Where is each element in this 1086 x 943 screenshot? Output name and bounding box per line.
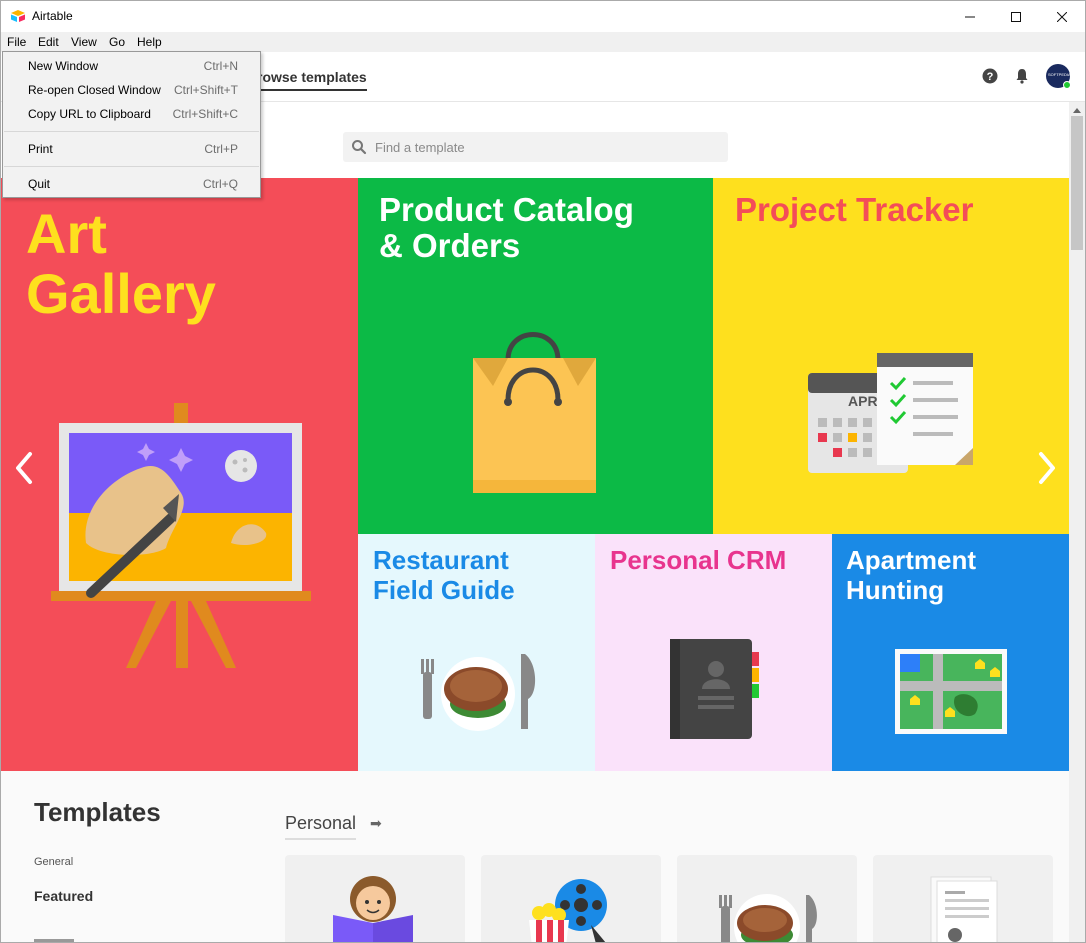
easel-painting-icon: [51, 403, 311, 668]
sidebar-item-featured[interactable]: Featured: [34, 888, 93, 904]
tile-apartment-hunting[interactable]: Apartment Hunting: [832, 534, 1069, 771]
menu-item-quit[interactable]: Quit Ctrl+Q: [3, 172, 260, 196]
scroll-up-icon[interactable]: [1073, 107, 1081, 113]
online-status-dot: [1063, 81, 1071, 89]
menu-go[interactable]: Go: [109, 35, 125, 49]
tile-title: Apartment Hunting: [846, 545, 977, 605]
file-menu-dropdown: New Window Ctrl+N Re-open Closed Window …: [2, 51, 261, 198]
menu-file[interactable]: File: [7, 35, 26, 49]
document-stack-icon: [930, 876, 998, 942]
title-bar: Airtable: [1, 1, 1085, 32]
close-button[interactable]: [1039, 1, 1085, 32]
carousel-next-button[interactable]: [1035, 448, 1061, 488]
scrollbar-thumb[interactable]: [1071, 116, 1083, 250]
tile-product-catalog[interactable]: Product Catalog & Orders: [358, 178, 713, 534]
main-content: Art Gallery: [1, 102, 1069, 942]
steak-plate-icon: [421, 654, 536, 731]
reader-icon: [333, 876, 413, 942]
steak-plate-icon: [719, 894, 817, 942]
menu-item-copy-url[interactable]: Copy URL to Clipboard Ctrl+Shift+C: [3, 102, 260, 126]
menu-edit[interactable]: Edit: [38, 35, 59, 49]
menu-item-reopen-closed-window[interactable]: Re-open Closed Window Ctrl+Shift+T: [3, 78, 260, 102]
search-input[interactable]: [375, 132, 715, 162]
arrow-right-icon[interactable]: ➡: [370, 815, 382, 832]
tile-title: Project Tracker: [735, 191, 974, 228]
menu-bar: File Edit View Go Help: [1, 32, 1085, 52]
vertical-scrollbar[interactable]: [1069, 102, 1085, 942]
category-personal[interactable]: Personal: [285, 813, 357, 840]
menu-separator: [4, 166, 259, 167]
film-reel-popcorn-icon: [529, 879, 607, 942]
calendar-month: APR: [848, 393, 878, 409]
template-card-reading[interactable]: [285, 855, 465, 942]
map-icon: [895, 649, 1007, 734]
sidebar-group-general: General: [34, 856, 74, 868]
shopping-bag-icon: [473, 332, 596, 493]
window-title: Airtable: [32, 9, 73, 23]
airtable-logo-icon: [11, 10, 25, 22]
tile-title: Product Catalog & Orders: [379, 191, 634, 264]
close-icon: [1057, 11, 1067, 22]
tile-title: Restaurant Field Guide: [373, 545, 515, 605]
templates-heading: Templates: [34, 797, 161, 827]
minimize-button[interactable]: [947, 1, 993, 32]
address-book-icon: [670, 639, 759, 739]
maximize-icon: [1011, 11, 1021, 22]
maximize-button[interactable]: [993, 1, 1039, 32]
tile-project-tracker[interactable]: Project Tracker APR: [713, 178, 1069, 534]
minimize-icon: [965, 16, 975, 17]
tile-restaurant-field-guide[interactable]: Restaurant Field Guide: [358, 534, 595, 771]
tile-art-gallery[interactable]: Art Gallery: [1, 178, 358, 771]
template-card-movies[interactable]: [481, 855, 661, 942]
templates-section: Templates General Featured Personal ➡: [1, 771, 1069, 942]
bell-icon[interactable]: [1014, 68, 1030, 84]
calendar-checklist-icon: APR: [808, 353, 973, 473]
tab-browse-templates[interactable]: rowse templates: [257, 69, 367, 91]
menu-view[interactable]: View: [71, 35, 97, 49]
menu-item-new-window[interactable]: New Window Ctrl+N: [3, 54, 260, 78]
carousel-prev-button[interactable]: [10, 448, 36, 488]
search-icon: [352, 140, 367, 155]
avatar-text: SOFTPEDIA: [1048, 72, 1071, 77]
menu-item-print[interactable]: Print Ctrl+P: [3, 137, 260, 161]
tile-title: Art Gallery: [26, 202, 216, 325]
airtable-window: Airtable File Edit View Go Help rowse te…: [0, 0, 1086, 943]
svg-text:?: ?: [987, 71, 994, 83]
tile-title: Personal CRM: [610, 545, 787, 575]
help-icon[interactable]: ?: [982, 68, 998, 84]
avatar[interactable]: SOFTPEDIA: [1046, 64, 1071, 89]
menu-separator: [4, 131, 259, 132]
menu-help[interactable]: Help: [137, 35, 162, 49]
template-card-restaurants[interactable]: [677, 855, 857, 942]
tile-personal-crm[interactable]: Personal CRM: [595, 534, 832, 771]
template-search: [343, 132, 728, 162]
template-card-documents[interactable]: [873, 855, 1053, 942]
sidebar-item-partial: [34, 939, 74, 942]
